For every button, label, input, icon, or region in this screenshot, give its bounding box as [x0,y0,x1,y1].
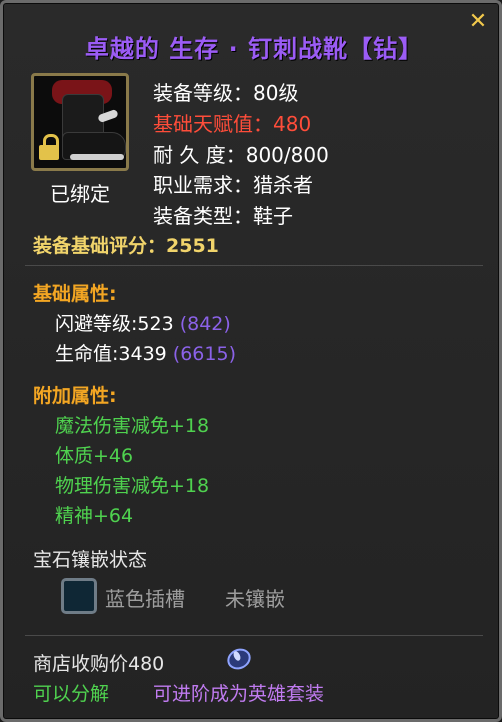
socket-label: 蓝色插槽 [105,587,185,611]
lock-icon [38,134,60,160]
extra-attribute-line: 物理伤害减免+18 [55,475,210,497]
item-level: 装备等级：80级 [153,81,299,105]
base-talent: 基础天赋值：480 [153,112,312,136]
base-attribute-line: 闪避等级:523 (842) [55,309,231,336]
extra-attribute-line: 体质+46 [55,445,134,467]
salvage-label: 可以分解 [33,683,110,705]
item-tooltip: 卓越的 生存 · 钉刺战靴【钻】 ✕ 已绑定 装备等级：80级 基础天赋值：48… [0,0,502,722]
spiked-boots-icon[interactable] [31,73,129,171]
extra-attribute-line: 魔法伤害减免+18 [55,415,210,437]
socket-state: 未镶嵌 [225,587,285,611]
close-icon[interactable]: ✕ [467,11,489,33]
extra-attribute-line: 精神+64 [55,505,134,527]
base-attribute-line: 生命值:3439 (6615) [55,339,236,366]
durability: 耐 久 度：800/800 [153,143,329,167]
base-attribute-max: (6615) [172,343,236,365]
upgrade-label: 可进阶成为英雄套装 [153,683,325,705]
base-attribute-value: 生命值:3439 [55,343,173,365]
bound-label: 已绑定 [50,182,110,206]
extra-attributes-header: 附加属性: [33,385,117,407]
shop-price: 商店收购价480 [33,653,165,675]
item-type: 装备类型：鞋子 [153,204,293,228]
divider [25,635,483,636]
base-attribute-max: (842) [179,313,231,335]
class-requirement: 职业需求：猎杀者 [153,173,313,197]
base-attributes-header: 基础属性: [33,283,117,305]
gem-status-header: 宝石镶嵌状态 [33,549,148,571]
item-title: 卓越的 生存 · 钉刺战靴【钻】 [84,35,424,63]
divider [25,265,483,266]
equipment-score: 装备基础评分：2551 [33,235,219,257]
blue-gem-socket-icon[interactable] [61,578,97,614]
base-attribute-value: 闪避等级:523 [55,313,180,335]
currency-icon [223,644,255,674]
